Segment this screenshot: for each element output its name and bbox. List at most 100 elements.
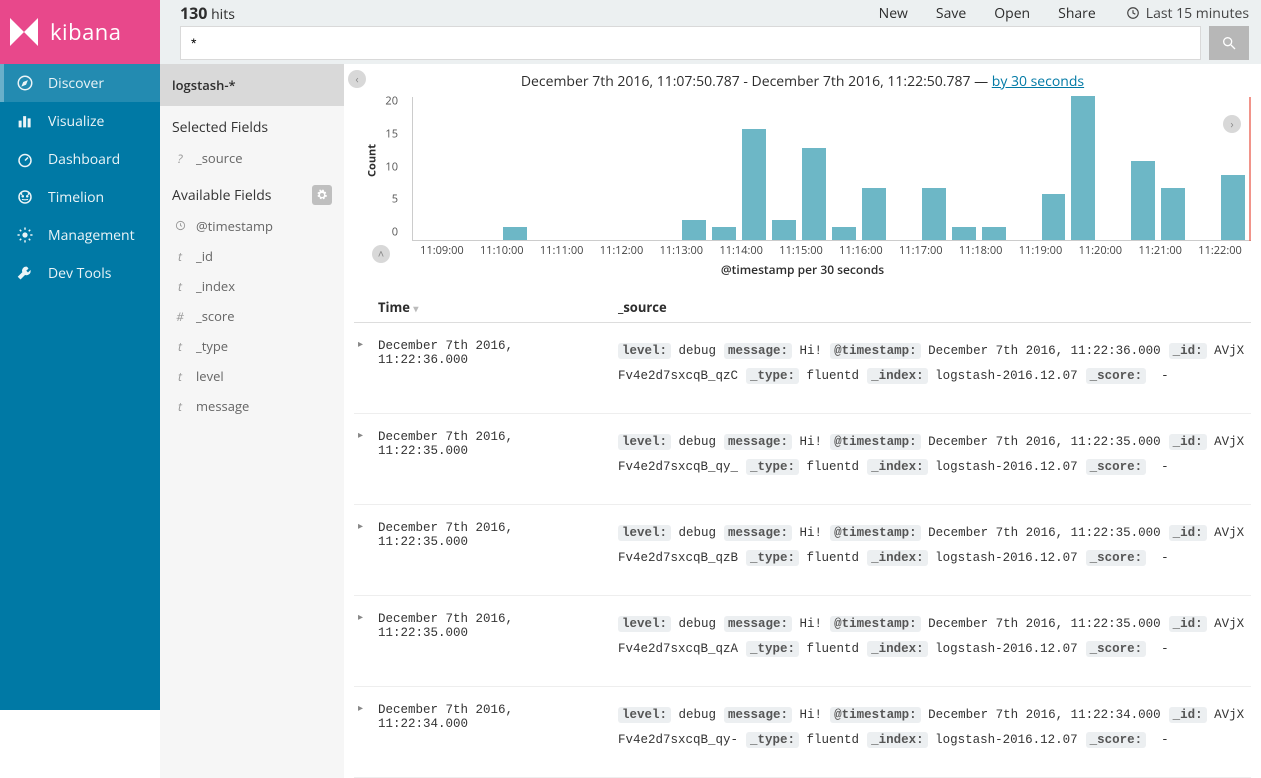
tag-id: _id: xyxy=(1169,707,1207,723)
tag-index: _index: xyxy=(867,459,928,475)
field-_type[interactable]: t_type xyxy=(160,331,344,361)
collapse-chart-button[interactable]: ˄ xyxy=(372,245,390,263)
histogram-bar[interactable] xyxy=(682,220,706,240)
nav-item-devtools[interactable]: Dev Tools xyxy=(0,254,160,292)
nav-item-timelion[interactable]: Timelion xyxy=(0,178,160,216)
nav-item-dashboard[interactable]: Dashboard xyxy=(0,140,160,178)
hit-count-label: hits xyxy=(211,5,235,24)
x-tick: 11:20:00 xyxy=(1079,243,1123,258)
save-button[interactable]: Save xyxy=(936,4,966,23)
scroll-left-button[interactable]: ‹ xyxy=(348,70,366,88)
field-name: level xyxy=(196,367,224,385)
open-button[interactable]: Open xyxy=(994,4,1030,23)
cell-source: level: debugmessage: Hi!@timestamp: Dece… xyxy=(614,323,1251,414)
histogram-bar[interactable] xyxy=(1161,188,1185,240)
x-tick: 11:15:00 xyxy=(779,243,823,258)
histogram-bar[interactable] xyxy=(832,227,856,240)
search-input[interactable] xyxy=(180,26,1201,60)
tag-score: _score: xyxy=(1086,641,1147,657)
x-tick: 11:17:00 xyxy=(899,243,943,258)
tag-id: _id: xyxy=(1169,616,1207,632)
histogram-bar[interactable] xyxy=(1221,175,1245,240)
discover-icon xyxy=(16,74,34,92)
histogram-bar[interactable] xyxy=(1071,96,1095,240)
selected-fields-title: Selected Fields xyxy=(160,106,344,143)
field-name: _type xyxy=(196,337,228,355)
table-row: ▸December 7th 2016, 11:22:35.000level: d… xyxy=(354,505,1251,596)
interval-link[interactable]: by 30 seconds xyxy=(992,72,1084,91)
field-type-icon: t xyxy=(172,398,188,415)
cell-source: level: debugmessage: Hi!@timestamp: Dece… xyxy=(614,414,1251,505)
field-filter-button[interactable] xyxy=(312,185,332,205)
histogram-bar[interactable] xyxy=(712,227,736,240)
histogram-bar[interactable] xyxy=(922,188,946,240)
histogram-bar[interactable] xyxy=(952,227,976,240)
tag-id: _id: xyxy=(1169,434,1207,450)
field-_score[interactable]: #_score xyxy=(160,301,344,331)
histogram-bar[interactable] xyxy=(742,129,766,240)
field-level[interactable]: tlevel xyxy=(160,361,344,391)
y-tick: 5 xyxy=(392,192,398,207)
expand-row-button[interactable]: ▸ xyxy=(354,687,374,778)
histogram-bar[interactable] xyxy=(503,227,527,240)
tag-level: level: xyxy=(618,343,671,359)
scroll-right-button[interactable]: › xyxy=(1223,115,1241,133)
cell-source: level: debugmessage: Hi!@timestamp: Dece… xyxy=(614,687,1251,778)
col-source[interactable]: _source xyxy=(614,292,1251,323)
time-picker-label: Last 15 minutes xyxy=(1146,4,1249,23)
tag-index: _index: xyxy=(867,550,928,566)
field-type-icon: t xyxy=(172,248,188,265)
index-pattern-select[interactable]: logstash-* xyxy=(160,64,344,106)
tag-score: _score: xyxy=(1086,550,1147,566)
expand-row-button[interactable]: ▸ xyxy=(354,414,374,505)
histogram-bar[interactable] xyxy=(862,188,886,240)
topbar: 130 hits New Save Open Share Last 15 min… xyxy=(160,0,1261,26)
sort-desc-icon: ▾ xyxy=(413,301,418,315)
histogram-bar[interactable] xyxy=(802,148,826,240)
doc-table: Time ▾ _source ▸December 7th 2016, 11:22… xyxy=(354,292,1251,778)
field-message[interactable]: t message xyxy=(160,391,344,421)
expand-row-button[interactable]: ▸ xyxy=(354,323,374,414)
histogram-bar[interactable] xyxy=(982,227,1006,240)
nav-item-label: Dashboard xyxy=(48,150,120,169)
expand-row-button[interactable]: ▸ xyxy=(354,505,374,596)
field-_id[interactable]: t_id xyxy=(160,241,344,271)
cell-time: December 7th 2016, 11:22:34.000 xyxy=(374,687,614,778)
field-@timestamp[interactable]: @timestamp xyxy=(160,211,344,241)
x-tick: 11:11:00 xyxy=(540,243,584,258)
table-row: ▸December 7th 2016, 11:22:36.000level: d… xyxy=(354,323,1251,414)
field-_index[interactable]: t_index xyxy=(160,271,344,301)
table-row: ▸December 7th 2016, 11:22:35.000level: d… xyxy=(354,596,1251,687)
tag-type: _type: xyxy=(746,368,799,384)
field-sidebar: logstash-* Selected Fields ?_source Avai… xyxy=(160,64,344,778)
y-tick: 20 xyxy=(385,94,398,109)
tag-message: message: xyxy=(724,343,792,359)
expand-row-button[interactable]: ▸ xyxy=(354,596,374,687)
x-axis-label: @timestamp per 30 seconds xyxy=(354,261,1251,278)
share-button[interactable]: Share xyxy=(1058,4,1096,23)
col-time[interactable]: Time ▾ xyxy=(374,292,614,323)
field-type-icon: # xyxy=(172,308,188,325)
field-name: message xyxy=(196,397,249,415)
tag-message: message: xyxy=(724,434,792,450)
now-marker xyxy=(1249,97,1251,241)
x-tick: 11:19:00 xyxy=(1019,243,1063,258)
brand[interactable]: kibana xyxy=(0,0,160,64)
tag-message: message: xyxy=(724,616,792,632)
hit-count-number: 130 xyxy=(180,2,207,24)
search-button[interactable] xyxy=(1209,26,1249,60)
nav-item-management[interactable]: Management xyxy=(0,216,160,254)
histogram-bar[interactable] xyxy=(772,220,796,240)
time-picker[interactable]: Last 15 minutes xyxy=(1126,4,1249,23)
x-tick: 11:10:00 xyxy=(480,243,524,258)
tag-score: _score: xyxy=(1086,459,1147,475)
field-_source[interactable]: ?_source xyxy=(160,143,344,173)
histogram-bar[interactable] xyxy=(1042,194,1066,240)
histogram-bar[interactable] xyxy=(1131,161,1155,240)
new-button[interactable]: New xyxy=(879,4,908,23)
nav-item-discover[interactable]: Discover xyxy=(0,64,160,102)
time-range-caption: December 7th 2016, 11:07:50.787 - Decemb… xyxy=(354,72,1251,91)
nav-item-visualize[interactable]: Visualize xyxy=(0,102,160,140)
cell-source: level: debugmessage: Hi!@timestamp: Dece… xyxy=(614,596,1251,687)
cell-time: December 7th 2016, 11:22:35.000 xyxy=(374,505,614,596)
